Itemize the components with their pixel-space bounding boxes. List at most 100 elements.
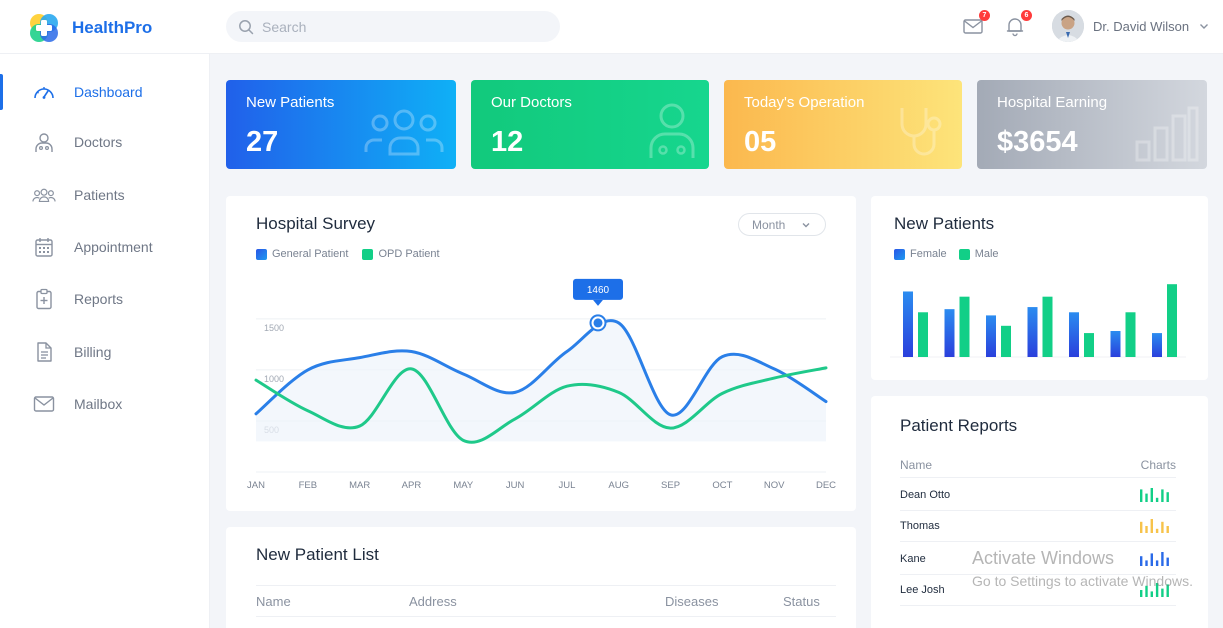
series-area: [256, 320, 826, 442]
bar-male[interactable]: [1084, 333, 1094, 357]
sidebar-item-label: Dashboard: [74, 84, 143, 100]
patient-name: Lee Josh: [900, 584, 945, 596]
x-tick-label: MAR: [349, 480, 370, 491]
bar-female[interactable]: [944, 309, 955, 357]
mail-icon: [32, 392, 56, 416]
search-input[interactable]: [262, 18, 542, 35]
table-row[interactable]: Thomas: [900, 511, 1176, 542]
user-name: Dr. David Wilson: [1093, 18, 1190, 34]
sidebar-item-appointment[interactable]: Appointment: [0, 227, 210, 267]
sparkline-bar: [1161, 521, 1164, 533]
stat-card-today-operation[interactable]: Today's Operation 05: [724, 80, 962, 169]
bar-female[interactable]: [903, 291, 913, 357]
search-box[interactable]: [226, 11, 560, 42]
bar-female[interactable]: [1110, 331, 1121, 357]
sparkline-chart: [1140, 488, 1169, 502]
sparkline-bar: [1166, 492, 1169, 502]
sparkline-bar: [1150, 488, 1153, 502]
x-tick-label: OCT: [712, 480, 732, 491]
patient-name: Thomas: [900, 520, 940, 532]
bar-male[interactable]: [1167, 284, 1177, 357]
new-patient-list-title: New Patient List: [256, 545, 379, 564]
bar-male[interactable]: [1125, 312, 1136, 357]
highlight-point-core: [593, 318, 603, 328]
notifications-badge: 6: [1021, 10, 1032, 21]
bar-male[interactable]: [959, 296, 970, 357]
new-patients-legend: Female Male: [894, 248, 999, 260]
stethoscope-icon: [900, 108, 942, 156]
hospital-survey-chart: 15001000500JANFEBMARAPRMAYJUNJULAUGSEPOC…: [247, 278, 836, 491]
notifications-button[interactable]: 6: [1004, 10, 1032, 39]
tooltip-label: 1460: [587, 285, 610, 296]
speedometer-icon: [32, 80, 56, 104]
sparkline-bar: [1155, 560, 1159, 566]
sparkline-chart: [1140, 552, 1169, 566]
clipboard-icon: [32, 287, 56, 311]
legend-item: Female: [894, 248, 947, 260]
sidebar-item-mailbox[interactable]: Mailbox: [0, 384, 210, 424]
mail-button[interactable]: 7: [962, 10, 990, 39]
bar-female[interactable]: [986, 315, 996, 357]
table-row[interactable]: Dean Otto: [900, 480, 1176, 511]
patient-name: Dean Otto: [900, 489, 951, 501]
sparkline-bar: [1161, 588, 1164, 597]
legend-label: Female: [910, 248, 947, 260]
sparkline-bar: [1145, 560, 1148, 566]
sparkline-bar: [1140, 489, 1143, 502]
sidebar-item-patients[interactable]: Patients: [0, 175, 210, 215]
group-icon: [32, 183, 56, 207]
sidebar-item-label: Mailbox: [74, 396, 123, 412]
search-icon: [239, 19, 254, 34]
legend-swatch: [894, 248, 905, 260]
logo-mark-icon: [28, 12, 60, 44]
stat-value: $3654: [997, 126, 1078, 158]
legend-swatch: [958, 248, 970, 260]
sidebar-item-doctors[interactable]: Doctors: [0, 122, 210, 162]
x-tick-label: MAY: [453, 480, 474, 491]
stat-card-hospital-earning[interactable]: Hospital Earning $3654: [977, 80, 1207, 169]
x-tick-label: JAN: [247, 480, 265, 491]
sparkline-bar: [1145, 493, 1148, 502]
bar-female[interactable]: [1027, 307, 1038, 357]
sidebar-item-label: Reports: [74, 291, 124, 307]
sidebar-item-label: Appointment: [74, 239, 153, 255]
x-tick-label: DEC: [816, 480, 836, 491]
sparkline-chart: [1140, 519, 1169, 533]
user-menu[interactable]: Dr. David Wilson: [1052, 10, 1210, 42]
stat-title: New Patients: [246, 94, 335, 111]
survey-legend: General Patient OPD Patient: [256, 248, 440, 260]
mail-badge: 7: [979, 10, 990, 21]
y-tick-label: 1500: [264, 323, 284, 333]
stat-card-new-patients[interactable]: New Patients 27: [226, 80, 456, 169]
sparkline-bar: [1140, 590, 1143, 597]
column-header-name: Name: [256, 594, 291, 609]
stat-card-our-doctors[interactable]: Our Doctors 12: [471, 80, 709, 169]
bar-chart-icon: [1135, 106, 1199, 162]
period-select[interactable]: Month: [738, 213, 826, 236]
people-icon: [364, 109, 444, 156]
bar-male[interactable]: [1042, 296, 1053, 357]
sidebar: Dashboard Doctors Patients Appointment R…: [0, 54, 210, 628]
logo[interactable]: HealthPro: [28, 12, 152, 44]
column-header-charts: Charts: [1140, 457, 1176, 472]
patient-reports-title: Patient Reports: [900, 416, 1018, 435]
legend-item: General Patient: [256, 248, 348, 260]
activate-windows-hint: Go to Settings to activate Windows.: [972, 573, 1193, 589]
doctor-icon: [32, 130, 56, 154]
stat-value: 27: [246, 126, 279, 158]
app-name: HealthPro: [72, 18, 153, 37]
bar-female[interactable]: [1069, 312, 1079, 357]
bar-male[interactable]: [1001, 325, 1011, 357]
bar-female[interactable]: [1152, 333, 1162, 357]
sparkline-bar: [1161, 552, 1164, 566]
bar-male[interactable]: [918, 312, 928, 357]
chevron-down-icon: [1200, 24, 1209, 29]
legend-label: General Patient: [272, 248, 349, 260]
sidebar-item-billing[interactable]: Billing: [0, 332, 210, 372]
legend-item: Male: [958, 248, 999, 260]
sidebar-item-label: Billing: [74, 344, 112, 360]
sparkline-bar: [1150, 553, 1153, 566]
calendar-icon: [32, 235, 56, 259]
sidebar-item-reports[interactable]: Reports: [0, 279, 210, 319]
sidebar-item-dashboard[interactable]: Dashboard: [0, 72, 210, 112]
